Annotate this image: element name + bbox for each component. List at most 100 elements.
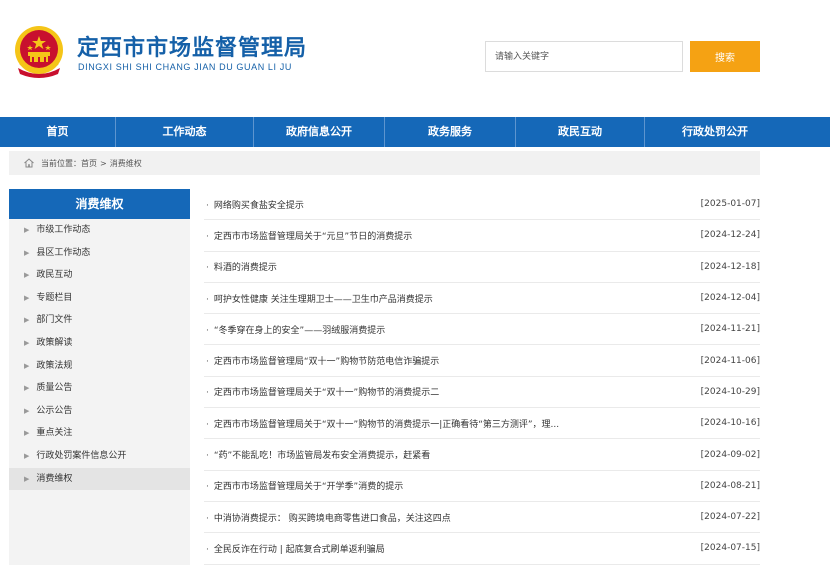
list-item[interactable]: · 中消协消费提示： 购买跨境电商零售进口食品，关注这四点 [2024-07-22]: [204, 502, 760, 534]
list-item[interactable]: · 定西市市场监督管理局关于“元旦”节日的消费提示 [2024-12-24]: [204, 220, 760, 252]
nav-item-gov-info[interactable]: 政府信息公开: [254, 117, 385, 147]
sidebar-item-label: 质量公告: [36, 383, 73, 394]
article-title-text: 全民反诈在行动 | 起底复合式刷单返利骗局: [213, 544, 385, 555]
article-title[interactable]: · 定西市市场监督管理局关于“双十一”购物节的消费提示二: [204, 385, 439, 398]
article-date: [2024-08-21]: [700, 480, 760, 491]
article-title[interactable]: · “冬季穿在身上的安全”——羽绒服消费提示: [204, 323, 385, 336]
article-title-text: “冬季穿在身上的安全”——羽绒服消费提示: [213, 325, 386, 336]
nav-item-gov-service[interactable]: 政务服务: [385, 117, 516, 147]
sidebar-item-label: 政民互动: [36, 270, 73, 281]
breadcrumb-home-link[interactable]: 首页: [81, 158, 97, 169]
article-title[interactable]: · 中消协消费提示： 购买跨境电商零售进口食品，关注这四点: [204, 511, 451, 524]
sidebar-item-interaction[interactable]: ▶ 政民互动: [9, 264, 190, 287]
article-title-text: 中消协消费提示： 购买跨境电商零售进口食品，关注这四点: [213, 513, 451, 524]
list-item[interactable]: · 定西市市场监督管理局关于“双十一”购物节的消费提示二 [2024-10-29]: [204, 377, 760, 409]
sidebar-item-quality-notice[interactable]: ▶ 质量公告: [9, 377, 190, 400]
article-title[interactable]: · 定西市市场监督管理局关于“元旦”节日的消费提示: [204, 229, 412, 242]
article-title-text: 定西市市场监督管理局关于“开学季”消费的提示: [213, 482, 404, 493]
bullet-icon: ·: [206, 357, 209, 368]
sidebar-item-county-news[interactable]: ▶ 县区工作动态: [9, 242, 190, 265]
article-title[interactable]: · 定西市市场监督管理局关于“开学季”消费的提示: [204, 479, 403, 492]
list-item[interactable]: · 全民反诈在行动 | 起底复合式刷单返利骗局 [2024-07-15]: [204, 533, 760, 565]
sidebar-item-label: 政策法规: [36, 360, 73, 371]
bullet-icon: ·: [206, 544, 209, 555]
sidebar-title: 消费维权: [9, 189, 190, 219]
article-title[interactable]: · 定西市市场监督管理局“双十一”购物节防范电信诈骗提示: [204, 354, 439, 367]
article-title-text: “药”不能乱吃！市场监管局发布安全消费提示，赶紧看: [213, 451, 431, 462]
chevron-right-icon: ▶: [24, 451, 30, 460]
site-header: 定西市市场监督管理局 DINGXI SHI SHI CHANG JIAN DU …: [0, 0, 830, 117]
sidebar-item-city-news[interactable]: ▶ 市级工作动态: [9, 219, 190, 242]
list-item[interactable]: · “药”不能乱吃！市场监管局发布安全消费提示，赶紧看 [2024-09-02]: [204, 439, 760, 471]
sidebar-item-consumer-rights[interactable]: ▶ 消费维权: [9, 467, 190, 491]
site-title: 定西市市场监督管理局: [77, 36, 308, 61]
article-title-text: 料酒的消费提示: [213, 263, 277, 274]
article-date: [2024-12-04]: [700, 293, 760, 304]
breadcrumb-current[interactable]: 消费维权: [110, 158, 142, 169]
list-item[interactable]: · 网络购买食盐安全提示 [2025-01-07]: [204, 189, 760, 221]
sidebar-item-label: 重点关注: [36, 428, 73, 439]
article-title-text: 网络购买食盐安全提示: [213, 200, 304, 211]
list-item[interactable]: · 料酒的消费提示 [2024-12-18]: [204, 252, 760, 283]
sidebar-item-label: 消费维权: [36, 473, 73, 484]
nav-item-penalty[interactable]: 行政处罚公开: [645, 117, 785, 147]
article-title[interactable]: · 网络购买食盐安全提示: [204, 198, 304, 211]
home-icon: [24, 158, 34, 168]
list-item[interactable]: · 呵护女性健康 关注生理期卫士——卫生巾产品消费提示 [2024-12-04]: [204, 283, 760, 315]
nav-item-interaction[interactable]: 政民互动: [516, 117, 645, 147]
list-item[interactable]: · “冬季穿在身上的安全”——羽绒服消费提示 [2024-11-21]: [204, 314, 760, 346]
sidebar: 消费维权 ▶ 市级工作动态 ▶ 县区工作动态 ▶ 政民互动 ▶ 专题栏目 ▶ 部门文件 ▶…: [9, 189, 190, 565]
main-nav: 首页 工作动态 政府信息公开 政务服务 政民互动 行政处罚公开: [0, 117, 830, 147]
chevron-right-icon: ▶: [24, 293, 30, 302]
bullet-icon: ·: [206, 419, 209, 430]
site-subtitle: DINGXI SHI SHI CHANG JIAN DU GUAN LI JU: [78, 62, 292, 72]
sidebar-item-public-notice[interactable]: ▶ 公示公告: [9, 400, 190, 423]
sidebar-item-label: 部门文件: [36, 315, 73, 326]
article-date: [2024-07-15]: [700, 543, 760, 554]
bullet-icon: ·: [206, 263, 209, 274]
sidebar-item-penalty-cases[interactable]: ▶ 行政处罚案件信息公开: [9, 445, 190, 468]
article-title[interactable]: · 定西市市场监督管理局关于“双十一”购物节的消费提示一|正确看待“第三方测评”，…: [204, 417, 559, 430]
chevron-right-icon: ▶: [24, 384, 30, 393]
sidebar-item-label: 公示公告: [36, 405, 73, 416]
chevron-right-icon: ▶: [24, 248, 30, 257]
article-title-text: 呵护女性健康 关注生理期卫士——卫生巾产品消费提示: [213, 294, 433, 305]
chevron-right-icon: ▶: [24, 361, 30, 370]
article-list: · 网络购买食盐安全提示 [2025-01-07] · 定西市市场监督管理局关于“元旦…: [204, 189, 760, 565]
article-title[interactable]: · “药”不能乱吃！市场监管局发布安全消费提示，赶紧看: [204, 448, 430, 461]
list-item[interactable]: · 定西市市场监督管理局关于“开学季”消费的提示 [2024-08-21]: [204, 471, 760, 502]
article-date: [2024-10-16]: [700, 418, 760, 429]
chevron-right-icon: ▶: [24, 406, 30, 415]
article-title-text: 定西市市场监督管理局关于“元旦”节日的消费提示: [213, 231, 413, 242]
article-date: [2024-09-02]: [700, 449, 760, 460]
list-item[interactable]: · 定西市市场监督管理局“双十一”购物节防范电信诈骗提示 [2024-11-06]: [204, 345, 760, 377]
bullet-icon: ·: [206, 482, 209, 493]
list-item[interactable]: · 定西市市场监督管理局关于“双十一”购物节的消费提示一|正确看待“第三方测评”，…: [204, 408, 760, 440]
article-title[interactable]: · 料酒的消费提示: [204, 260, 277, 273]
article-title[interactable]: · 呵护女性健康 关注生理期卫士——卫生巾产品消费提示: [204, 292, 433, 305]
chevron-right-icon: ▶: [24, 474, 30, 483]
sidebar-item-label: 政策解读: [36, 337, 73, 348]
article-date: [2025-01-07]: [700, 199, 760, 210]
breadcrumb-separator: >: [100, 158, 107, 168]
bullet-icon: ·: [206, 513, 209, 524]
chevron-right-icon: ▶: [24, 338, 30, 347]
article-date: [2024-11-21]: [700, 324, 760, 335]
chevron-right-icon: ▶: [24, 271, 30, 280]
sidebar-item-dept-docs[interactable]: ▶ 部门文件: [9, 309, 190, 332]
search-input[interactable]: [485, 41, 683, 72]
article-title[interactable]: · 全民反诈在行动 | 起底复合式刷单返利骗局: [204, 542, 385, 555]
article-title-text: 定西市市场监督管理局关于“双十一”购物节的消费提示一|正确看待“第三方测评”，理…: [213, 419, 560, 430]
sidebar-item-label: 专题栏目: [36, 292, 73, 303]
article-title-text: 定西市市场监督管理局关于“双十一”购物节的消费提示二: [213, 388, 440, 399]
nav-item-work-news[interactable]: 工作动态: [116, 117, 254, 147]
chevron-right-icon: ▶: [24, 316, 30, 325]
sidebar-item-policy-interpretation[interactable]: ▶ 政策解读: [9, 332, 190, 355]
sidebar-item-label: 县区工作动态: [36, 247, 91, 258]
sidebar-item-key-focus[interactable]: ▶ 重点关注: [9, 422, 190, 445]
search-button[interactable]: 搜索: [690, 41, 760, 72]
sidebar-item-special-topics[interactable]: ▶ 专题栏目: [9, 287, 190, 310]
article-date: [2024-12-24]: [700, 230, 760, 241]
nav-item-home[interactable]: 首页: [0, 117, 116, 147]
sidebar-item-policy-regulations[interactable]: ▶ 政策法规: [9, 355, 190, 378]
